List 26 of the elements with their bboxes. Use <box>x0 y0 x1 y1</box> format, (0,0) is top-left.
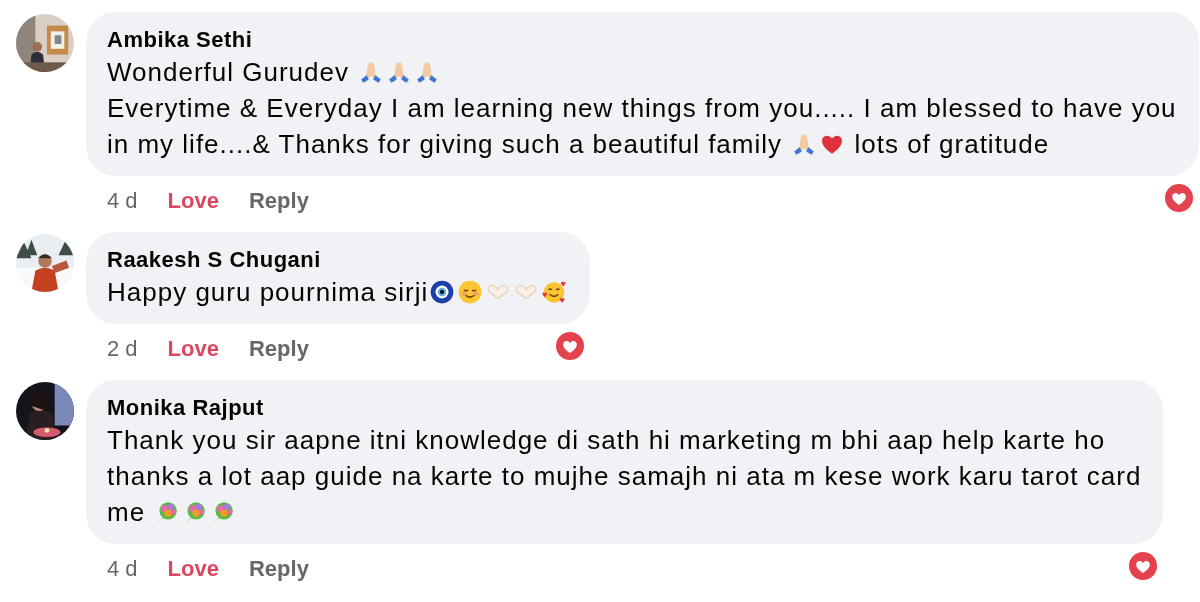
heart-reaction-icon[interactable] <box>1127 550 1160 582</box>
author-name[interactable]: Raakesh S Chugani <box>107 246 321 274</box>
timestamp[interactable]: 2 d <box>107 336 138 362</box>
timestamp[interactable]: 4 d <box>107 556 138 582</box>
heart-reaction-icon[interactable] <box>554 330 587 362</box>
comment-text: me <box>107 496 147 529</box>
love-button[interactable]: Love <box>167 336 219 362</box>
comment-text: Everytime & Everyday I am learning new things from you..... I am blessed to have you <box>107 92 1177 125</box>
love-button[interactable]: Love <box>167 556 219 582</box>
reply-button[interactable]: Reply <box>248 188 309 214</box>
smiling-face-icon <box>457 279 484 305</box>
comment-text: Happy guru pournima sirji <box>107 276 429 309</box>
comment-text: Thank you sir aapne itni knowledge di sath hi marketing m bhi aap help karte ho <box>107 424 1106 457</box>
face-with-hearts-icon <box>541 279 568 305</box>
eye-charm-icon <box>429 279 456 305</box>
comment-text: lots of gratitude <box>853 128 1050 161</box>
love-button[interactable]: Love <box>167 188 219 214</box>
author-name[interactable]: Monika Rajput <box>107 394 264 422</box>
reply-button[interactable]: Reply <box>248 556 309 582</box>
heart-reaction-icon[interactable] <box>1162 182 1195 214</box>
comment-text: Wonderful Gurudev <box>107 56 350 89</box>
comment-text: in my life....& Thanks for giving such a beautiful family <box>107 128 784 161</box>
author-name[interactable]: Ambika Sethi <box>107 26 253 54</box>
reply-button[interactable]: Reply <box>248 336 309 362</box>
comment-text: thanks a lot aap guide na karte to mujhe samajh ni ata m kese work karu tarot card <box>107 460 1142 493</box>
timestamp[interactable]: 4 d <box>107 188 138 214</box>
